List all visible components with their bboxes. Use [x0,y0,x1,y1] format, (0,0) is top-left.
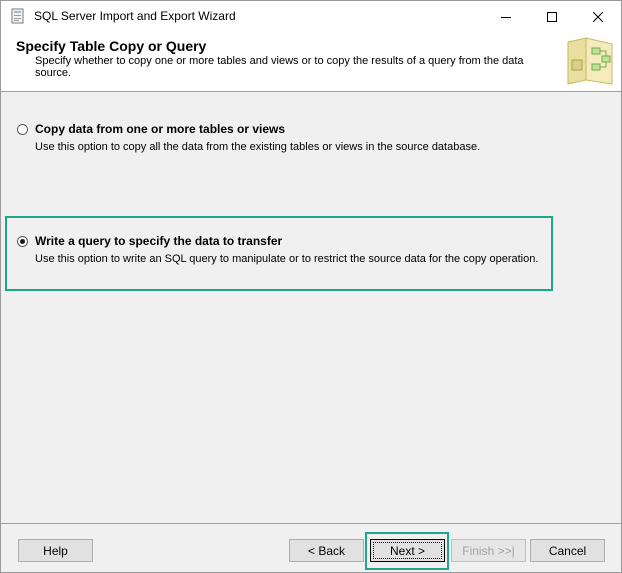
help-button[interactable]: Help [18,539,93,562]
close-icon [593,11,603,22]
table-copy-graphic-icon [562,34,619,88]
title-bar[interactable]: SQL Server Import and Export Wizard [1,1,621,32]
finish-button: Finish >>| [451,539,526,562]
cancel-button[interactable]: Cancel [530,539,605,562]
back-button[interactable]: < Back [289,539,364,562]
window-title: SQL Server Import and Export Wizard [34,9,236,23]
next-button-highlight-box [365,532,449,570]
wizard-content: Copy data from one or more tables or vie… [1,92,621,522]
maximize-button[interactable] [529,1,575,32]
option-copy-tables-label[interactable]: Copy data from one or more tables or vie… [35,122,285,136]
wizard-app-icon [10,8,26,24]
wizard-window: SQL Server Import and Export Wizard Spec… [0,0,622,573]
wizard-header: Specify Table Copy or Query Specify whet… [1,32,621,92]
minimize-icon [501,16,511,18]
radio-write-query[interactable] [17,236,28,247]
page-title: Specify Table Copy or Query [16,38,207,54]
page-description: Specify whether to copy one or more tabl… [35,55,524,79]
option-write-query-label[interactable]: Write a query to specify the data to tra… [35,234,282,248]
radio-copy-tables[interactable] [17,124,28,135]
footer-divider [1,523,621,524]
option-copy-tables-description: Use this option to copy all the data fro… [35,141,481,153]
maximize-icon [547,11,557,22]
close-button[interactable] [575,1,621,32]
minimize-button[interactable] [483,1,529,32]
option-write-query-description: Use this option to write an SQL query to… [35,253,539,265]
